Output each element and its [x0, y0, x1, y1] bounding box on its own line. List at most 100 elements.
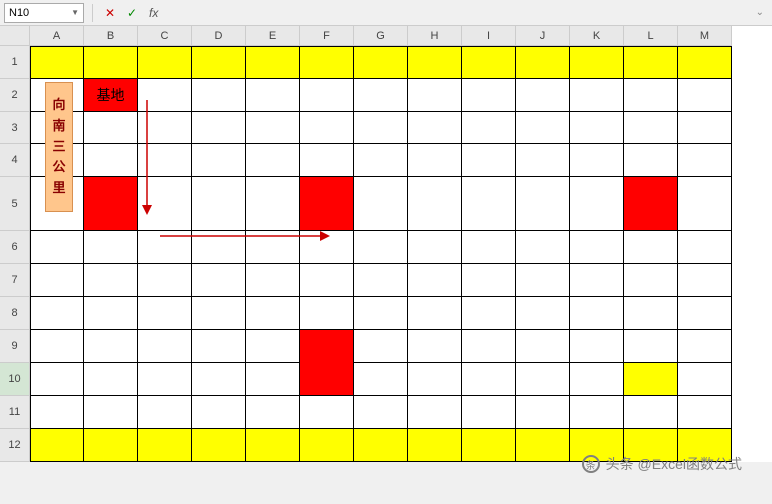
cell-K8[interactable] [570, 297, 624, 330]
cell-I8[interactable] [462, 297, 516, 330]
cell-A12[interactable]: 重点：=OFFSET(B2,3,4,5,6) [30, 429, 84, 462]
cell-B12[interactable] [84, 429, 138, 462]
cell-F2[interactable] [300, 79, 354, 112]
cell-H3[interactable] [408, 112, 462, 144]
cell-L3[interactable] [624, 112, 678, 144]
select-all-corner[interactable] [0, 26, 30, 46]
row-header-3[interactable]: 3 [0, 112, 30, 144]
cell-C7[interactable] [138, 264, 192, 297]
cell-E11[interactable] [246, 396, 300, 429]
cell-H8[interactable] [408, 297, 462, 330]
cell-C9[interactable] [138, 330, 192, 363]
col-header-E[interactable]: E [246, 26, 300, 46]
col-header-B[interactable]: B [84, 26, 138, 46]
cell-B2[interactable]: 基地 [84, 79, 138, 112]
cell-J10[interactable] [516, 363, 570, 396]
cell-G10[interactable] [354, 363, 408, 396]
cell-G5[interactable] [354, 177, 408, 231]
cell-D1[interactable] [192, 46, 246, 79]
cell-D8[interactable] [192, 297, 246, 330]
cell-J11[interactable] [516, 396, 570, 429]
cell-A7[interactable] [30, 264, 84, 297]
cell-J8[interactable] [516, 297, 570, 330]
cell-H7[interactable] [408, 264, 462, 297]
cell-J4[interactable] [516, 144, 570, 177]
col-header-G[interactable]: G [354, 26, 408, 46]
cell-C11[interactable] [138, 396, 192, 429]
cell-E9[interactable] [246, 330, 300, 363]
cell-C12[interactable] [138, 429, 192, 462]
col-header-M[interactable]: M [678, 26, 732, 46]
cell-F11[interactable] [300, 396, 354, 429]
cell-E8[interactable] [246, 297, 300, 330]
cell-B10[interactable] [84, 363, 138, 396]
cell-G4[interactable] [354, 144, 408, 177]
cell-L11[interactable] [624, 396, 678, 429]
row-header-5[interactable]: 5 [0, 177, 30, 231]
cell-K4[interactable] [570, 144, 624, 177]
formula-input[interactable] [166, 3, 747, 23]
cell-F5[interactable] [300, 177, 354, 231]
cell-D10[interactable] [192, 363, 246, 396]
cell-I5[interactable] [462, 177, 516, 231]
cell-K11[interactable] [570, 396, 624, 429]
cell-F12[interactable] [300, 429, 354, 462]
row-header-10[interactable]: 10 [0, 363, 30, 396]
cell-I2[interactable] [462, 79, 516, 112]
cell-H12[interactable] [408, 429, 462, 462]
row-header-7[interactable]: 7 [0, 264, 30, 297]
cell-J2[interactable] [516, 79, 570, 112]
col-header-A[interactable]: A [30, 26, 84, 46]
cell-H4[interactable] [408, 144, 462, 177]
row-header-2[interactable]: 2 [0, 79, 30, 112]
cell-J9[interactable] [516, 330, 570, 363]
cell-K10[interactable] [570, 363, 624, 396]
cell-D7[interactable] [192, 264, 246, 297]
cell-H2[interactable] [408, 79, 462, 112]
cell-L1[interactable] [624, 46, 678, 79]
cell-L7[interactable] [624, 264, 678, 297]
cell-J12[interactable] [516, 429, 570, 462]
cancel-icon[interactable]: ✕ [101, 4, 119, 22]
cell-K6[interactable] [570, 231, 624, 264]
cell-L8[interactable] [624, 297, 678, 330]
row-header-12[interactable]: 12 [0, 429, 30, 462]
col-header-I[interactable]: I [462, 26, 516, 46]
cell-M6[interactable] [678, 231, 732, 264]
cell-I3[interactable] [462, 112, 516, 144]
chevron-down-icon[interactable]: ▼ [71, 8, 79, 17]
confirm-icon[interactable]: ✓ [123, 4, 141, 22]
col-header-K[interactable]: K [570, 26, 624, 46]
cell-D11[interactable] [192, 396, 246, 429]
cell-D4[interactable] [192, 144, 246, 177]
cell-M11[interactable] [678, 396, 732, 429]
cell-F3[interactable] [300, 112, 354, 144]
cell-B1[interactable] [84, 46, 138, 79]
cell-E12[interactable] [246, 429, 300, 462]
cell-H10[interactable] [408, 363, 462, 396]
cell-D3[interactable] [192, 112, 246, 144]
cell-C1[interactable] [138, 46, 192, 79]
fx-icon[interactable]: fx [149, 6, 158, 20]
cell-G9[interactable] [354, 330, 408, 363]
cell-M7[interactable] [678, 264, 732, 297]
row-header-9[interactable]: 9 [0, 330, 30, 363]
cell-K3[interactable] [570, 112, 624, 144]
cell-C8[interactable] [138, 297, 192, 330]
cell-F10[interactable] [300, 363, 354, 396]
cell-M1[interactable] [678, 46, 732, 79]
cell-G8[interactable] [354, 297, 408, 330]
cell-L10[interactable] [624, 363, 678, 396]
col-header-H[interactable]: H [408, 26, 462, 46]
cell-E2[interactable] [246, 79, 300, 112]
cell-I12[interactable] [462, 429, 516, 462]
cell-E1[interactable] [246, 46, 300, 79]
cell-G7[interactable] [354, 264, 408, 297]
cell-I6[interactable] [462, 231, 516, 264]
cell-M2[interactable] [678, 79, 732, 112]
row-header-1[interactable]: 1 [0, 46, 30, 79]
expand-icon[interactable]: ⌄ [752, 7, 768, 18]
cell-E4[interactable] [246, 144, 300, 177]
cell-K9[interactable] [570, 330, 624, 363]
cell-M5[interactable] [678, 177, 732, 231]
